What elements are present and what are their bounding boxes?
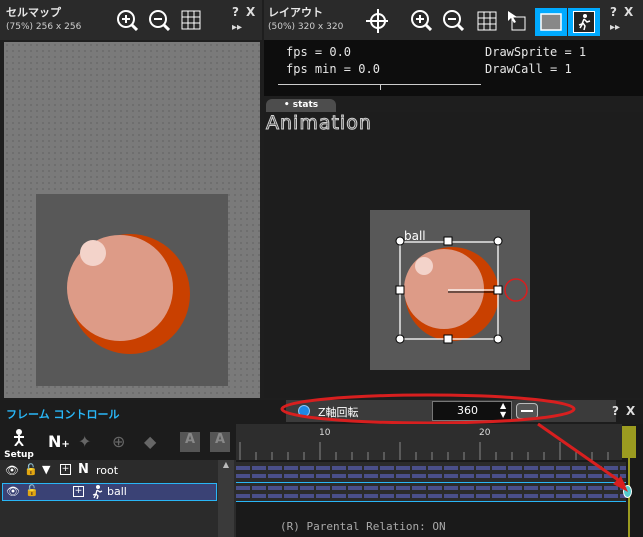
stats-tab[interactable]: • stats — [266, 99, 336, 112]
help-button[interactable]: ? — [232, 5, 239, 19]
close-button[interactable]: X — [624, 5, 633, 19]
ruler-marks — [239, 442, 609, 460]
running-figure-icon — [578, 14, 591, 31]
zoom-out-icon[interactable] — [442, 9, 464, 31]
scroll-up-icon[interactable]: ▲ — [218, 460, 234, 469]
eye-icon[interactable]: 👁 — [5, 464, 19, 477]
fps-min-text: fps min = 0.0 — [286, 62, 380, 76]
stats-area: fps = 0.0 fps min = 0.0 DrawSprite = 1 D… — [264, 40, 643, 96]
crosshair-icon[interactable] — [366, 9, 388, 33]
frame-toggle-button[interactable] — [535, 8, 567, 36]
layout-title: レイアウト — [268, 6, 323, 19]
lock-icon[interactable]: 🔓 — [25, 484, 39, 497]
frame-icon — [540, 13, 562, 31]
help-button[interactable]: ? — [610, 5, 617, 19]
layer-row-root[interactable]: 👁 🔓 ▼ + N root — [0, 462, 218, 480]
grid-icon[interactable] — [476, 10, 498, 32]
setup-label: Setup — [4, 450, 34, 460]
add-null-node-icon[interactable]: N+ — [48, 432, 70, 451]
cursor-box-icon[interactable] — [506, 9, 528, 31]
layer-scrollbar[interactable]: ▲ — [218, 460, 234, 537]
draw-call-text: DrawCall = 1 — [485, 62, 572, 76]
timeline[interactable]: 10 20 (R) Parental Relation: ON — [236, 424, 643, 537]
fps-text: fps = 0.0 — [286, 45, 352, 59]
cellmap-canvas[interactable] — [4, 42, 260, 398]
layer-name-ball: ball — [107, 485, 127, 498]
add-target-icon: ⊕ — [112, 432, 126, 451]
expand-box-icon[interactable]: + — [73, 486, 84, 497]
setup-figure-icon — [14, 429, 24, 447]
track-ball-bar-top — [236, 486, 626, 490]
track-root-bar-top — [236, 466, 626, 470]
animation-toggle-button[interactable] — [568, 8, 600, 36]
layout-canvas[interactable]: Animation ball — [264, 112, 643, 398]
setup-button[interactable]: Setup — [4, 428, 34, 460]
track-ball[interactable] — [236, 482, 626, 502]
lock-icon[interactable]: 🔓 — [24, 463, 38, 476]
add-drop-icon: ◆ — [144, 432, 157, 451]
layer-name-root: root — [96, 464, 119, 477]
collapse-arrow-icon[interactable]: ▼ — [42, 463, 50, 476]
timeline-end-marker — [622, 426, 636, 458]
close-button[interactable]: X — [626, 404, 635, 418]
cellmap-subtitle: (75%) 256 x 256 — [6, 22, 82, 32]
timeline-status-text: (R) Parental Relation: ON — [280, 520, 446, 533]
layout-subtitle: (50%) 320 x 320 — [268, 22, 344, 32]
expand-button[interactable]: ▸▸ — [610, 22, 620, 33]
zoom-out-icon[interactable] — [148, 9, 170, 31]
cell-texture — [36, 194, 228, 386]
frame-control-toolbar: Setup N+ ✦ ⊕ ◆ A A — [0, 424, 236, 460]
keyframe-marker[interactable] — [623, 485, 632, 498]
cellmap-title: セルマップ — [6, 6, 61, 19]
expand-box-icon[interactable]: + — [60, 464, 71, 475]
layer-list: 👁 🔓 ▼ + N root 👁 🔓 + ball ▲ — [0, 460, 236, 537]
track-ball-bar-bottom — [236, 494, 626, 498]
eye-icon[interactable]: 👁 — [6, 485, 20, 498]
frame-control-header: フレーム コントロール Z軸回転 360 ▲ ▼ ? X — [0, 393, 643, 425]
close-button[interactable]: X — [246, 5, 255, 19]
running-figure-icon — [92, 485, 103, 499]
track-root[interactable] — [236, 462, 626, 482]
draw-sprite-text: DrawSprite = 1 — [485, 45, 587, 59]
zoom-in-icon[interactable] — [410, 9, 432, 31]
sprite-label: ball — [404, 229, 426, 243]
ball-cell-image — [67, 234, 190, 354]
highlight-ellipse — [280, 393, 576, 425]
layer-row-ball[interactable]: 👁 🔓 + ball — [2, 483, 217, 501]
sprite-view — [395, 236, 528, 344]
grid-icon[interactable] — [180, 9, 202, 31]
frame-control-title: フレーム コントロール — [6, 408, 120, 421]
redo-a-icon: A — [210, 432, 230, 452]
stats-divider-tick — [380, 84, 381, 90]
help-button[interactable]: ? — [612, 404, 619, 418]
undo-a-icon: A — [180, 432, 200, 452]
layout-header: レイアウト (50%) 320 x 320 ? X ▸▸ — [264, 0, 643, 40]
null-node-icon: N — [78, 462, 89, 477]
track-root-bar-bottom — [236, 474, 626, 478]
zoom-in-icon[interactable] — [116, 9, 138, 31]
cellmap-header: セルマップ (75%) 256 x 256 ? X ▸▸ — [0, 0, 262, 40]
expand-button[interactable]: ▸▸ — [232, 22, 242, 33]
add-effect-icon: ✦ — [78, 432, 92, 451]
